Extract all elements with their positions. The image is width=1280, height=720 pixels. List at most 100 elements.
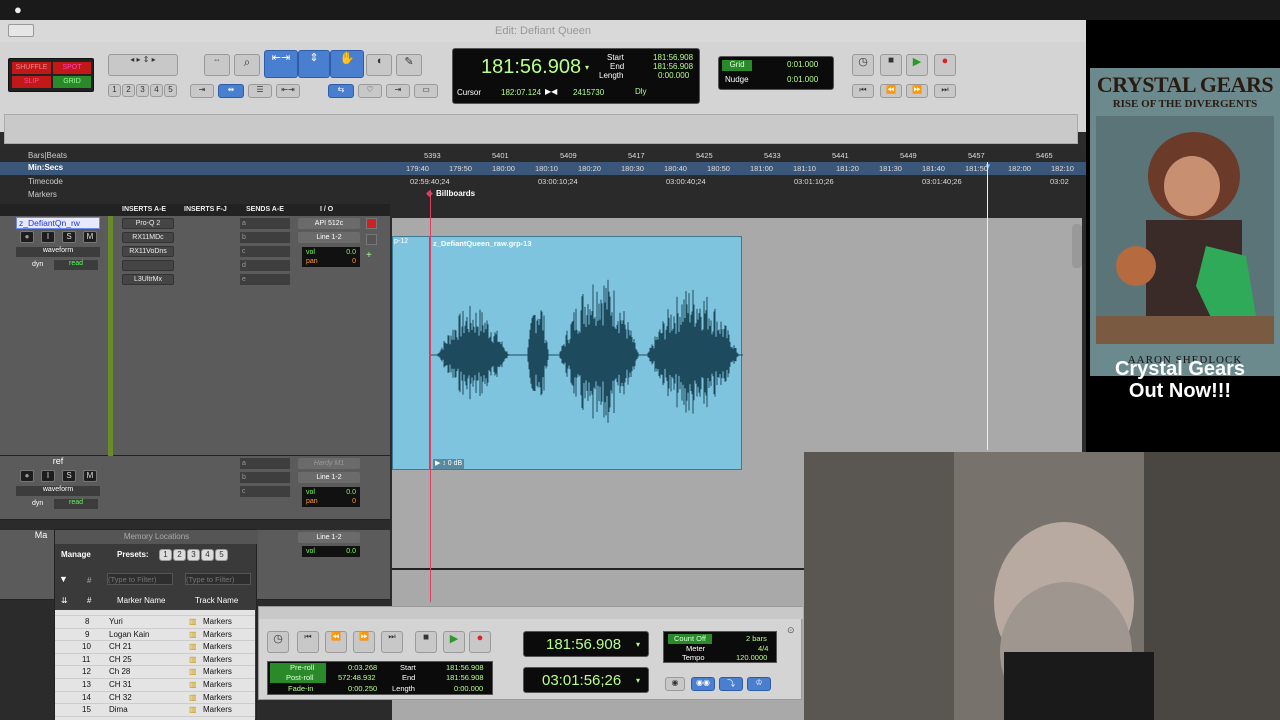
preset-4-button[interactable]: 4 xyxy=(201,549,214,561)
send-d[interactable]: d xyxy=(240,260,290,271)
automation-mode-selector[interactable]: read xyxy=(54,260,98,270)
inserts-f-j-header[interactable]: INSERTS F-J xyxy=(184,206,227,213)
record-button[interactable]: ● xyxy=(934,54,956,76)
slip-mode-button[interactable]: SLIP xyxy=(12,76,51,88)
play-button[interactable]: ▶ xyxy=(443,631,465,653)
zoom-preset-1[interactable]: 1 xyxy=(108,84,121,97)
grid-mode-button[interactable]: GRID xyxy=(53,76,91,88)
manage-button[interactable]: Manage xyxy=(61,550,91,559)
audio-clip[interactable]: z_DefiantQueen_raw.grp-13 ▶ ↕ 0 dB xyxy=(430,236,743,470)
counter-dropdown-icon[interactable]: ▾ xyxy=(636,640,640,649)
preroll-value[interactable]: 0:03.268 xyxy=(348,663,377,672)
insert-slot-e[interactable]: L3UltrMx xyxy=(122,274,174,285)
dly-button[interactable]: Dly xyxy=(635,87,647,96)
output-selector[interactable]: Line 1-2 xyxy=(298,232,360,243)
col-track-name-header[interactable]: Track Name xyxy=(195,596,238,605)
record-button[interactable]: ● xyxy=(469,631,491,653)
insert-slot-c[interactable]: RX11VoDns xyxy=(122,246,174,257)
stop-button[interactable]: ■ xyxy=(415,631,437,653)
end-value[interactable]: 181:56.908 xyxy=(653,62,693,71)
vertical-scrollbar[interactable] xyxy=(1072,224,1082,268)
transport-main-counter-value[interactable]: 181:56.908 xyxy=(546,636,621,653)
return-to-zero-button[interactable]: ⏮ xyxy=(297,631,319,653)
universe-view[interactable] xyxy=(4,114,1078,144)
io-header[interactable]: I / O xyxy=(320,206,333,213)
trim-tool-icon[interactable]: ⇤⇥ xyxy=(264,50,298,78)
grid-button[interactable]: Grid xyxy=(722,60,752,71)
col-num-header[interactable]: # xyxy=(87,596,91,605)
mute-button[interactable]: M xyxy=(83,470,97,482)
previous-clip[interactable] xyxy=(392,236,430,470)
online-button[interactable]: ◷ xyxy=(267,631,289,653)
zoom-preset-2[interactable]: 2 xyxy=(122,84,135,97)
marker-filter-input[interactable] xyxy=(107,573,173,585)
selector-tool-icon[interactable]: ⇕ xyxy=(298,50,330,78)
zoomer-toggle-button[interactable]: ⇔ xyxy=(204,54,230,76)
length-value[interactable]: 0:00.000 xyxy=(454,684,483,693)
track-filter-input[interactable] xyxy=(185,573,251,585)
postroll-button[interactable]: Post-roll xyxy=(270,673,326,683)
insert-slot-d[interactable] xyxy=(122,260,174,271)
go-to-end-button[interactable]: ⏭ xyxy=(381,631,403,653)
fast-forward-button[interactable]: ⏩ xyxy=(353,631,375,653)
volume-pan-display[interactable]: vol 0.0 pan 0 xyxy=(302,247,360,267)
volume-pan-display[interactable]: vol 0.0 pan 0 xyxy=(302,487,360,507)
track-name[interactable]: Ma xyxy=(26,530,56,542)
preset-2-button[interactable]: 2 xyxy=(173,549,186,561)
scrubber-tool-icon[interactable]: ◖ xyxy=(366,54,392,76)
list-item[interactable]: 9 Logan Kain ▥ Markers xyxy=(55,628,255,642)
send-b[interactable]: b xyxy=(240,472,290,483)
transport-sub-counter-value[interactable]: 03:01:56;26 xyxy=(542,672,621,689)
clip-gain[interactable]: ▶ ↕ 0 dB xyxy=(433,459,465,469)
conductor-button[interactable]: ♔ xyxy=(747,677,771,691)
track-name[interactable]: ref xyxy=(16,456,100,468)
record-enable-button[interactable]: ● xyxy=(20,231,34,243)
start-value[interactable]: 181:56.908 xyxy=(653,53,693,62)
send-b[interactable]: b xyxy=(240,232,290,243)
keyboard-focus-button[interactable]: ♡ xyxy=(358,84,382,98)
preroll-button[interactable]: Pre-roll xyxy=(270,663,326,673)
meter-label[interactable]: Meter xyxy=(686,644,705,653)
mute-frame-button[interactable]: ▭ xyxy=(414,84,438,98)
start-value[interactable]: 181:56.908 xyxy=(446,663,484,672)
col-marker-name-header[interactable]: Marker Name xyxy=(117,596,165,605)
play-button[interactable]: ▶ xyxy=(906,54,928,76)
zoom-out-horizontal-button[interactable]: ◂ ▸ ⇕ ▸ xyxy=(108,54,178,76)
mute-button[interactable]: M xyxy=(83,231,97,243)
track-view-selector[interactable]: waveform xyxy=(16,486,100,496)
transport-menu-icon[interactable]: ⊙ xyxy=(787,625,795,636)
record-ready-icon[interactable] xyxy=(366,218,377,229)
counter-dropdown-icon[interactable]: ▾ xyxy=(585,63,589,72)
nudge-value[interactable]: 0:01.000 xyxy=(787,75,818,84)
sidebar-toggle-button[interactable] xyxy=(8,24,34,37)
input-selector[interactable]: API 512c xyxy=(298,218,360,229)
postroll-value[interactable]: 572:48.932 xyxy=(338,673,376,682)
count-off-button[interactable]: Count Off xyxy=(668,634,712,644)
go-to-end-button[interactable]: ⏭ xyxy=(934,84,956,98)
list-item[interactable]: 8 Yuri ▥ Markers xyxy=(55,616,255,629)
send-c[interactable]: c xyxy=(240,246,290,257)
send-c[interactable]: c xyxy=(240,486,290,497)
zoom-preset-4[interactable]: 4 xyxy=(150,84,163,97)
input-monitor-button[interactable]: I xyxy=(41,231,55,243)
wait-for-note-button[interactable]: ◉ xyxy=(665,677,685,691)
marker-billboards[interactable]: Billboards xyxy=(436,189,475,198)
markers-ruler-label[interactable]: Markers xyxy=(28,190,57,199)
solo-button[interactable]: S xyxy=(62,470,76,482)
track-name[interactable]: z_DefiantQn_rw xyxy=(16,217,100,229)
add-icon[interactable]: + xyxy=(366,250,372,261)
stop-button[interactable]: ■ xyxy=(880,54,902,76)
insertion-follows-button[interactable]: ⇤⇥ xyxy=(276,84,300,98)
list-item[interactable]: 13 CH 31 ▥ Markers xyxy=(55,679,255,692)
list-item[interactable]: 14 CH 32 ▥ Markers xyxy=(55,691,255,705)
tempo-label[interactable]: Tempo xyxy=(682,653,705,662)
record-enable-button[interactable]: ● xyxy=(20,470,34,482)
list-item[interactable]: 15 Dima ▥ Markers xyxy=(55,704,255,717)
apple-icon[interactable]: ● xyxy=(14,2,22,17)
sort-icon[interactable]: ⇊ xyxy=(61,596,68,605)
shuffle-mode-button[interactable]: SHUFFLE xyxy=(12,62,51,74)
zoomer-tool-icon[interactable]: ⌕ xyxy=(234,54,260,76)
metronome-button[interactable]: ◉◉ xyxy=(691,677,715,691)
length-value[interactable]: 0:00.000 xyxy=(658,71,689,80)
insert-slot-a[interactable]: Pro-Q 2 xyxy=(122,218,174,229)
